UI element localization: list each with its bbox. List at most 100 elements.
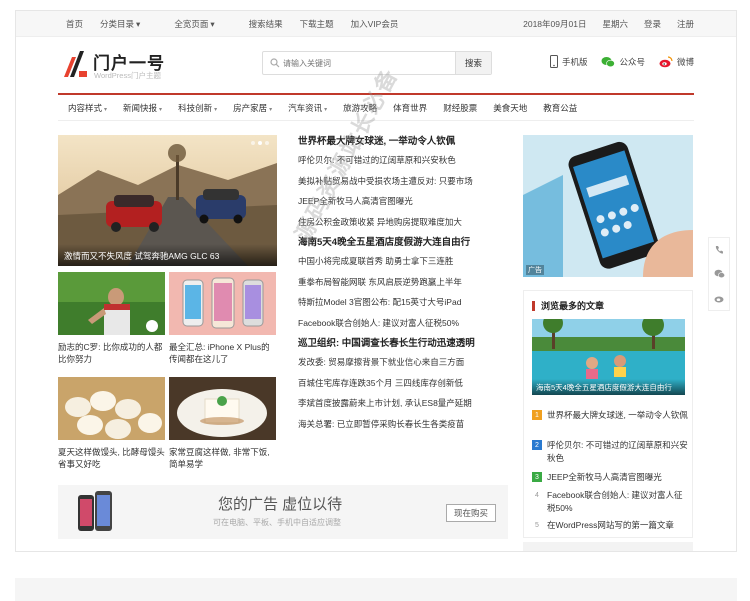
rank-number: 1 [532,410,542,420]
thumb-image [169,377,276,440]
wechat-link-label: 公众号 [619,56,645,67]
popular-hot-caption: 海南5天4晚全五星酒店度假游大连自由行 [532,379,685,395]
thumb-image [169,272,276,335]
top-link-vip[interactable]: 加入VIP会员 [351,18,399,30]
floating-contact-bar [708,237,730,311]
news-item[interactable]: 百城住宅库存连跌35个月 三四线库存创新低 [298,377,520,389]
news-item[interactable]: 住房公积金政策收紧 异地购房提取难度加大 [298,216,520,228]
top-link-search-results[interactable]: 搜索结果 [249,18,283,30]
news-item[interactable]: 重拳布局智能网联 东风启辰逆势跑赢上半年 [298,276,520,288]
weekday-text: 星期六 [602,19,628,29]
wechat-icon[interactable] [709,262,729,286]
search-input[interactable] [283,53,453,73]
nav-item-auto[interactable]: 汽车资讯 ▾ [288,102,327,114]
thumb-caption[interactable]: 励志的C罗: 比你成功的人都比你努力 [58,341,166,365]
nav-item-label: 汽车资讯 [288,102,323,113]
nav-item-food[interactable]: 美食天地 [493,102,527,114]
widget-heading: 浏览最多的文章 [532,299,604,312]
register-link[interactable]: 注册 [677,18,694,30]
ad-title: 您的广告 虚位以待 [218,496,343,513]
top-link-label: 分类目录 [100,19,135,29]
page-container: 首页 分类目录 ▾ 全宽页面 ▾ 搜索结果 下载主题 加入VIP会员 2018年09… [15,10,737,552]
chevron-down-icon: ▾ [159,106,163,113]
slider-dots[interactable] [251,141,269,145]
news-item[interactable]: 发改委: 贸易摩擦背景下就业信心来自三方面 [298,356,520,368]
rank-text: Facebook联合创始人: 建议对富人征税50% [547,490,683,513]
buy-now-button[interactable]: 现在购买 [446,504,496,522]
hero-caption: 激情而又不失风度 试驾奔驰AMG GLC 63 [58,244,277,266]
ad-badge: 广告 [526,265,544,275]
widget-heading-label: 浏览最多的文章 [541,301,605,311]
rank-item[interactable]: 1 世界杯最大牌女球迷, 一举动令人钦佩 [532,409,688,422]
nav-item-education[interactable]: 教育公益 [543,102,577,114]
rank-item[interactable]: 3 JEEP全新牧马人高清官图曝光 [532,471,688,484]
rank-item[interactable]: 2 呼伦贝尔: 不可错过的辽阔草原和兴安秋色 [532,439,688,464]
login-link[interactable]: 登录 [644,18,661,30]
chevron-down-icon: ▾ [324,106,328,113]
ad-subtitle: 可在电脑、平板、手机中自适应调整 [213,518,341,527]
thumb-ronaldo[interactable] [58,272,165,335]
search-button[interactable]: 搜索 [455,52,491,74]
top-bar: 首页 分类目录 ▾ 全宽页面 ▾ 搜索结果 下载主题 加入VIP会员 2018年09… [16,11,736,37]
rank-text: 在WordPress网站写的第一篇文章 [547,520,674,530]
chevron-down-icon: ▾ [210,19,215,29]
rank-number: 3 [532,472,542,482]
site-logo[interactable]: 门户一号 WordPress门户主题 [62,49,182,83]
nav-item-sports[interactable]: 体育世界 [393,102,427,114]
weibo-link[interactable]: 微博 [659,55,694,68]
rank-number: 5 [532,520,542,530]
top-link-home[interactable]: 首页 [66,18,83,30]
rank-number: 4 [532,490,542,500]
news-item[interactable]: Facebook联合创始人: 建议对富人征税50% [298,317,520,329]
nav-item-label: 内容样式 [68,102,103,113]
news-item[interactable]: 李斌首度披露蔚来上市计划, 承认ES8量产延期 [298,397,520,409]
thumb-caption[interactable]: 夏天这样做馒头, 比酵母馒头省事又好吃 [58,446,166,470]
top-link-download[interactable]: 下载主题 [300,18,334,30]
chevron-down-icon: ▾ [104,106,108,113]
phone-icon[interactable] [709,238,729,262]
logo-mark-icon [64,51,87,77]
hero-slide[interactable]: 激情而又不失风度 试驾奔驰AMG GLC 63 [58,135,277,266]
nav-item-news[interactable]: 新闻快报 ▾ [123,102,162,114]
nav-item-house[interactable]: 房产家居 ▾ [233,102,272,114]
thumb-image [58,377,165,440]
news-headline[interactable]: 海南5天4晚全五星酒店度假游大连自由行 [298,236,520,250]
news-item[interactable]: 特斯拉Model 3官图公布: 配15英寸大号iPad [298,296,520,308]
thumb-mantou[interactable] [58,377,165,440]
thumb-image [58,272,165,335]
rank-text: JEEP全新牧马人高清官图曝光 [547,472,662,482]
weibo-link-label: 微博 [676,56,694,67]
nav-item-finance[interactable]: 财经股票 [443,102,477,114]
ad-banner[interactable]: 您的广告 虚位以待 可在电脑、平板、手机中自适应调整 现在购买 [58,485,508,539]
rank-number: 2 [532,440,542,450]
mobile-link[interactable]: 手机版 [549,55,587,68]
chevron-down-icon: ▾ [269,106,273,113]
news-item[interactable]: 海关总署: 已立即暂停采购长春长生各类疫苗 [298,418,520,430]
weibo-icon[interactable] [709,286,729,310]
news-group: 巡卫组织: 中国调查长春长生行动迅速透明 发改委: 贸易摩擦背景下就业信心来自三… [298,337,520,430]
nav-item-tech[interactable]: 科技创新 ▾ [178,102,217,114]
thumb-caption[interactable]: 家常豆腐这样做, 非常下饭, 简单易学 [169,446,277,470]
news-group: 海南5天4晚全五星酒店度假游大连自由行 中国小将完成夏联首秀 助勇士拿下三连胜 … [298,236,520,329]
chevron-down-icon: ▾ [214,106,218,113]
side-ad-image[interactable]: 广告 [523,135,693,277]
chevron-down-icon: ▾ [136,19,141,29]
thumb-iphone[interactable] [169,272,276,335]
top-link-fullwidth[interactable]: 全宽页面 ▾ [174,18,231,30]
top-link-categories[interactable]: 分类目录 ▾ [100,18,157,30]
nav-item-label: 科技创新 [178,102,213,113]
rank-item[interactable]: 5 在WordPress网站写的第一篇文章 [532,519,688,532]
wechat-link[interactable]: 公众号 [601,56,645,68]
news-item[interactable]: 中国小将完成夏联首秀 助勇士拿下三连胜 [298,255,520,267]
nav-item-label: 房产家居 [233,102,268,113]
thumb-caption[interactable]: 最全汇总: iPhone X Plus的传闻都在这儿了 [169,341,277,365]
rank-text: 世界杯最大牌女球迷, 一举动令人钦佩 [547,410,688,420]
rank-item[interactable]: 4 Facebook联合创始人: 建议对富人征税50% [532,489,688,514]
phone-ad-icon [78,491,112,531]
nav-item-content-style[interactable]: 内容样式 ▾ [68,102,107,114]
mobile-icon [549,55,558,68]
news-headline[interactable]: 巡卫组织: 中国调查长春长生行动迅速透明 [298,337,520,351]
popular-hot-image[interactable]: 海南5天4晚全五星酒店度假游大连自由行 [532,319,685,395]
site-subtitle: WordPress门户主题 [94,71,161,80]
thumb-tofu[interactable] [169,377,276,440]
